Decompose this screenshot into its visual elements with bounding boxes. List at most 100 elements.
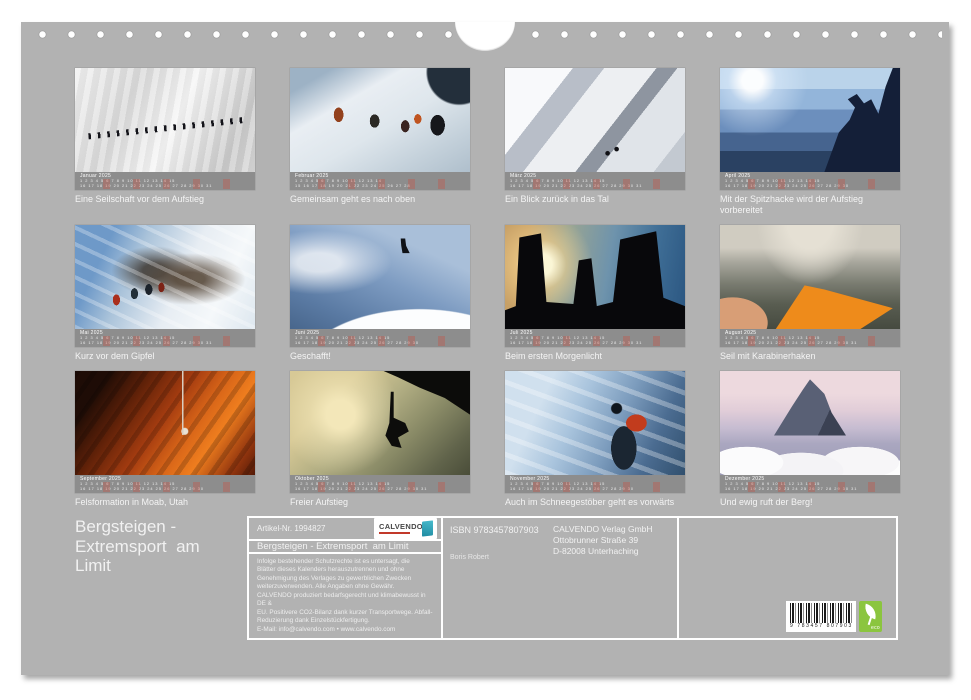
mini-calendar-row: 16 17 18 19 20 21 22 23 24 25 26 27 28 2… <box>295 341 465 346</box>
legal-notice: Infolge bestehender Schutzrechte ist es … <box>249 554 441 638</box>
month-caption: Freier Aufstieg <box>290 497 470 508</box>
month-thumbnail: Oktober 2025 1 2 3 4 5 6 7 8 9 10 11 12 … <box>290 371 470 493</box>
mini-calendar-row: 16 17 18 19 20 21 22 23 24 25 26 27 28 2… <box>725 341 895 346</box>
mini-calendar-row: 1 2 3 4 5 6 7 8 9 10 11 12 13 14 <box>295 179 465 184</box>
month-cell-januar: Januar 2025 1 2 3 4 5 6 7 8 9 10 11 12 1… <box>75 68 255 216</box>
month-caption: Beim ersten Morgenlicht <box>505 351 685 362</box>
month-cell-november: November 2025 1 2 3 4 5 6 7 8 9 10 11 12… <box>505 371 685 508</box>
month-photo-februar <box>290 68 470 172</box>
mini-calendar-row: 16 17 18 19 20 21 22 23 24 25 26 27 28 2… <box>510 184 680 189</box>
month-thumbnail-grid: Januar 2025 1 2 3 4 5 6 7 8 9 10 11 12 1… <box>75 68 900 508</box>
article-number: Artikel-Nr. 1994827 <box>257 524 325 533</box>
article-number-row: Artikel-Nr. 1994827 CALVENDO <box>249 518 441 541</box>
month-thumbnail: Juli 2025 1 2 3 4 5 6 7 8 9 10 11 12 13 … <box>505 225 685 347</box>
month-thumbnail: April 2025 1 2 3 4 5 6 7 8 9 10 11 12 13… <box>720 68 900 190</box>
mini-calendar: Januar 2025 1 2 3 4 5 6 7 8 9 10 11 12 1… <box>75 172 255 190</box>
calendar-title: Bergsteigen - Extremsport am Limit <box>75 517 200 576</box>
mini-calendar-row: 1 2 3 4 5 6 7 8 9 10 11 12 13 14 15 <box>80 179 250 184</box>
mini-calendar-days: 1 2 3 4 5 6 7 8 9 10 11 12 13 14 15 16 1… <box>80 482 250 492</box>
mini-calendar-days: 1 2 3 4 5 6 7 8 9 10 11 12 13 14 15 16 1… <box>510 179 680 189</box>
mini-calendar-row: 1 2 3 4 5 6 7 8 9 10 11 12 13 14 15 <box>295 482 465 487</box>
month-thumbnail: Februar 2025 1 2 3 4 5 6 7 8 9 10 11 12 … <box>290 68 470 190</box>
mini-calendar-days: 1 2 3 4 5 6 7 8 9 10 11 12 13 14 15 16 1… <box>510 482 680 492</box>
month-cell-juli: Juli 2025 1 2 3 4 5 6 7 8 9 10 11 12 13 … <box>505 225 685 362</box>
month-cell-februar: Februar 2025 1 2 3 4 5 6 7 8 9 10 11 12 … <box>290 68 470 216</box>
mini-calendar-row: 16 17 18 19 20 21 22 23 24 25 26 27 28 2… <box>725 184 895 189</box>
mini-calendar-row: 1 2 3 4 5 6 7 8 9 10 11 12 13 14 15 <box>80 482 250 487</box>
mini-calendar-days: 1 2 3 4 5 6 7 8 9 10 11 12 13 14 15 16 1… <box>725 336 895 346</box>
mini-calendar-row: 16 17 18 19 20 21 22 23 24 25 26 27 28 2… <box>725 487 895 492</box>
month-thumbnail: Mai 2025 1 2 3 4 5 6 7 8 9 10 11 12 13 1… <box>75 225 255 347</box>
mini-calendar-days: 1 2 3 4 5 6 7 8 9 10 11 12 13 14 15 16 1… <box>725 179 895 189</box>
mini-calendar-days: 1 2 3 4 5 6 7 8 9 10 11 12 13 14 15 16 1… <box>80 179 250 189</box>
mini-calendar: April 2025 1 2 3 4 5 6 7 8 9 10 11 12 13… <box>720 172 900 190</box>
mini-calendar-days: 1 2 3 4 5 6 7 8 9 10 11 12 13 14 15 16 1… <box>295 482 465 492</box>
mini-calendar-row: 1 2 3 4 5 6 7 8 9 10 11 12 13 14 15 <box>510 336 680 341</box>
mini-calendar-row: 16 17 18 19 20 21 22 23 24 25 26 27 28 2… <box>295 487 465 492</box>
month-cell-juni: Juni 2025 1 2 3 4 5 6 7 8 9 10 11 12 13 … <box>290 225 470 362</box>
month-caption: Geschafft! <box>290 351 470 362</box>
month-cell-april: April 2025 1 2 3 4 5 6 7 8 9 10 11 12 13… <box>720 68 900 216</box>
mini-calendar: Februar 2025 1 2 3 4 5 6 7 8 9 10 11 12 … <box>290 172 470 190</box>
mini-calendar-row: 16 17 18 19 20 21 22 23 24 25 26 27 28 2… <box>510 341 680 346</box>
month-thumbnail: Juni 2025 1 2 3 4 5 6 7 8 9 10 11 12 13 … <box>290 225 470 347</box>
info-column-left: Artikel-Nr. 1994827 CALVENDO Bergsteigen… <box>249 518 443 638</box>
calvendo-logo: CALVENDO <box>374 518 437 539</box>
eco-label: eco <box>871 625 880 631</box>
month-cell-dezember: Dezember 2025 1 2 3 4 5 6 7 8 9 10 11 12… <box>720 371 900 508</box>
month-caption: Und ewig ruft der Berg! <box>720 497 900 508</box>
barcode-number: 9 783457 807903 <box>790 623 852 631</box>
month-cell-august: August 2025 1 2 3 4 5 6 7 8 9 10 11 12 1… <box>720 225 900 362</box>
author-name: Boris Robert <box>450 554 489 561</box>
publisher-info-box: Artikel-Nr. 1994827 CALVENDO Bergsteigen… <box>247 516 898 640</box>
month-photo-dezember <box>720 371 900 475</box>
mini-calendar-row: 1 2 3 4 5 6 7 8 9 10 11 12 13 14 15 <box>80 336 250 341</box>
calvendo-logo-tagline <box>379 532 410 534</box>
mini-calendar: August 2025 1 2 3 4 5 6 7 8 9 10 11 12 1… <box>720 329 900 347</box>
month-caption: Ein Blick zurück in das Tal <box>505 194 685 205</box>
calendar-title-small: Bergsteigen - Extremsport am Limit <box>249 541 441 554</box>
mini-calendar: Mai 2025 1 2 3 4 5 6 7 8 9 10 11 12 13 1… <box>75 329 255 347</box>
month-thumbnail: November 2025 1 2 3 4 5 6 7 8 9 10 11 12… <box>505 371 685 493</box>
mini-calendar-row: 16 17 18 19 20 21 22 23 24 25 26 27 28 2… <box>510 487 680 492</box>
mini-calendar: März 2025 1 2 3 4 5 6 7 8 9 10 11 12 13 … <box>505 172 685 190</box>
month-photo-maerz <box>505 68 685 172</box>
mini-calendar: Dezember 2025 1 2 3 4 5 6 7 8 9 10 11 12… <box>720 475 900 493</box>
info-column-right: 9 783457 807903 eco <box>679 518 896 638</box>
month-caption: Mit der Spitzhacke wird der Aufstieg vor… <box>720 194 900 216</box>
month-caption: Felsformation in Moab, Utah <box>75 497 255 508</box>
mini-calendar-days: 1 2 3 4 5 6 7 8 9 10 11 12 13 14 15 16 1… <box>510 336 680 346</box>
month-photo-juni <box>290 225 470 329</box>
mini-calendar: Juni 2025 1 2 3 4 5 6 7 8 9 10 11 12 13 … <box>290 329 470 347</box>
month-caption: Auch im Schneegestöber geht es vorwärts <box>505 497 685 508</box>
mini-calendar-row: 1 2 3 4 5 6 7 8 9 10 11 12 13 14 15 <box>510 482 680 487</box>
month-cell-september: September 2025 1 2 3 4 5 6 7 8 9 10 11 1… <box>75 371 255 508</box>
month-thumbnail: Dezember 2025 1 2 3 4 5 6 7 8 9 10 11 12… <box>720 371 900 493</box>
month-caption: Seil mit Karabinerhaken <box>720 351 900 362</box>
leaf-stem <box>868 616 872 625</box>
month-caption: Gemeinsam geht es nach oben <box>290 194 470 205</box>
mini-calendar-row: 15 16 17 18 19 20 21 22 23 24 25 26 27 2… <box>295 184 465 189</box>
month-cell-oktober: Oktober 2025 1 2 3 4 5 6 7 8 9 10 11 12 … <box>290 371 470 508</box>
month-photo-mai <box>75 225 255 329</box>
mini-calendar-row: 1 2 3 4 5 6 7 8 9 10 11 12 13 14 15 <box>510 179 680 184</box>
month-photo-november <box>505 371 685 475</box>
month-thumbnail: August 2025 1 2 3 4 5 6 7 8 9 10 11 12 1… <box>720 225 900 347</box>
month-thumbnail: März 2025 1 2 3 4 5 6 7 8 9 10 11 12 13 … <box>505 68 685 190</box>
month-photo-januar <box>75 68 255 172</box>
month-photo-august <box>720 225 900 329</box>
mini-calendar: November 2025 1 2 3 4 5 6 7 8 9 10 11 12… <box>505 475 685 493</box>
publisher-address: CALVENDO Verlag GmbH Ottobrunner Straße … <box>553 524 653 558</box>
mini-calendar-row: 1 2 3 4 5 6 7 8 9 10 11 12 13 14 15 <box>725 336 895 341</box>
mini-calendar-row: 16 17 18 19 20 21 22 23 24 25 26 27 28 2… <box>80 341 250 346</box>
ean-barcode: 9 783457 807903 <box>786 601 856 632</box>
month-cell-mai: Mai 2025 1 2 3 4 5 6 7 8 9 10 11 12 13 1… <box>75 225 255 362</box>
mini-calendar-days: 1 2 3 4 5 6 7 8 9 10 11 12 13 14 15 16 1… <box>295 179 465 189</box>
mini-calendar: Oktober 2025 1 2 3 4 5 6 7 8 9 10 11 12 … <box>290 475 470 493</box>
eco-logo: eco <box>859 601 882 632</box>
isbn-number: ISBN 9783457807903 <box>450 525 539 535</box>
month-thumbnail: September 2025 1 2 3 4 5 6 7 8 9 10 11 1… <box>75 371 255 493</box>
mini-calendar-row: 1 2 3 4 5 6 7 8 9 10 11 12 13 14 15 <box>295 336 465 341</box>
mini-calendar-row: 16 17 18 19 20 21 22 23 24 25 26 27 28 2… <box>80 487 250 492</box>
barcode-bars <box>790 603 852 623</box>
